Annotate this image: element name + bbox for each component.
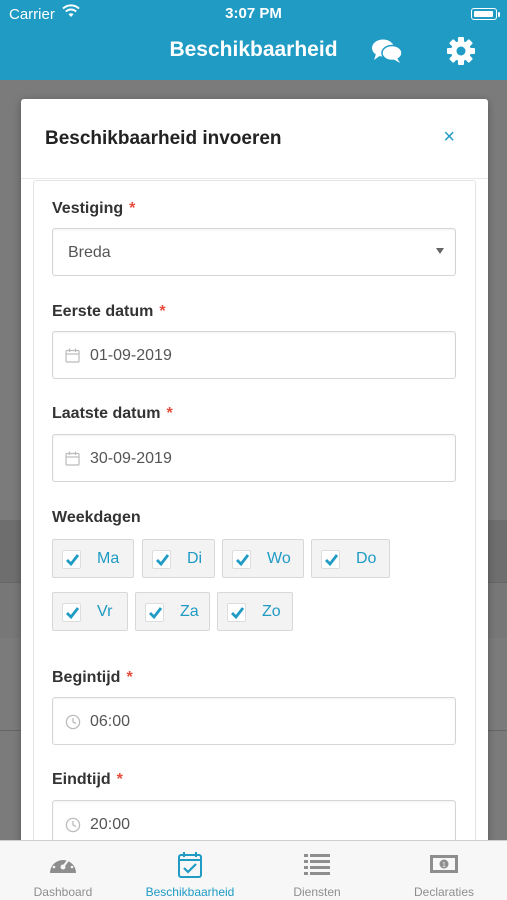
begintijd-value: 06:00	[90, 713, 131, 730]
checkbox-box	[321, 550, 340, 569]
money-icon: 1	[429, 851, 459, 879]
chat-icon[interactable]	[371, 38, 403, 69]
eerste-datum-label-text: Eerste datum	[52, 303, 154, 320]
checkbox-box	[227, 603, 246, 622]
availability-modal: Beschikbaarheid invoeren × Vestiging * Br…	[21, 99, 488, 880]
weekday-label: Za	[180, 603, 199, 620]
calendar-icon	[65, 348, 80, 368]
begintijd-label-text: Begintijd	[52, 669, 121, 686]
calendar-check-icon	[175, 851, 205, 879]
modal-header: Beschikbaarheid invoeren ×	[21, 99, 488, 179]
clock-icon	[65, 714, 81, 735]
weekday-checkbox-vr[interactable]: Vr	[52, 592, 128, 631]
required-marker: *	[159, 303, 166, 320]
weekday-checkbox-do[interactable]: Do	[311, 539, 390, 578]
status-bar: Carrier 3:07 PM	[0, 0, 507, 28]
weekday-checkbox-ma[interactable]: Ma	[52, 539, 134, 578]
eerste-datum-value: 01-09-2019	[90, 347, 172, 364]
laatste-datum-label: Laatste datum *	[52, 405, 173, 423]
eindtijd-label-text: Eindtijd	[52, 771, 111, 788]
tab-beschikbaarheid[interactable]: Beschikbaarheid	[127, 841, 253, 900]
list-icon	[302, 851, 332, 879]
required-marker: *	[116, 771, 123, 788]
tab-label: Beschikbaarheid	[145, 885, 235, 899]
begintijd-label: Begintijd *	[52, 669, 133, 687]
weekday-label: Do	[356, 550, 377, 567]
tab-diensten[interactable]: Diensten	[254, 841, 380, 900]
required-marker: *	[129, 200, 136, 217]
page-title: Beschikbaarheid	[169, 38, 338, 61]
checkbox-box	[62, 550, 81, 569]
tab-label: Diensten	[293, 885, 341, 899]
modal-title: Beschikbaarheid invoeren	[45, 128, 282, 149]
tab-dashboard[interactable]: Dashboard	[0, 841, 126, 900]
weekday-label: Ma	[97, 550, 120, 567]
eindtijd-value: 20:00	[90, 816, 131, 833]
top-bar: Carrier 3:07 PM Beschikbaarheid	[0, 0, 507, 80]
gear-icon[interactable]	[446, 36, 476, 71]
laatste-datum-field[interactable]: 30-09-2019	[52, 434, 456, 482]
vestiging-value: Breda	[68, 244, 111, 261]
checkbox-box	[62, 603, 81, 622]
calendar-icon	[65, 451, 80, 471]
tab-label: Dashboard	[33, 885, 93, 899]
required-marker: *	[126, 669, 133, 686]
checkbox-box	[145, 603, 164, 622]
eerste-datum-label: Eerste datum *	[52, 303, 166, 321]
clock-icon	[65, 817, 81, 838]
laatste-datum-label-text: Laatste datum	[52, 405, 161, 422]
weekdagen-label: Weekdagen	[52, 509, 141, 526]
weekday-label: Vr	[97, 603, 113, 620]
tab-bar: Dashboard Beschikbaarheid Diensten 1 Dec…	[0, 840, 507, 900]
laatste-datum-value: 30-09-2019	[90, 450, 172, 467]
battery-tip	[498, 12, 500, 17]
chevron-down-icon	[436, 248, 444, 254]
battery-icon	[471, 8, 497, 20]
weekday-checkbox-wo[interactable]: Wo	[222, 539, 304, 578]
vestiging-select[interactable]: Breda	[52, 228, 456, 276]
tab-declaraties[interactable]: 1 Declaraties	[381, 841, 507, 900]
required-marker: *	[166, 405, 173, 422]
weekday-label: Zo	[262, 603, 281, 620]
eerste-datum-field[interactable]: 01-09-2019	[52, 331, 456, 379]
checkbox-box	[232, 550, 251, 569]
begintijd-field[interactable]: 06:00	[52, 697, 456, 745]
eindtijd-label: Eindtijd *	[52, 771, 123, 789]
weekday-checkbox-di[interactable]: Di	[142, 539, 215, 578]
tab-label: Declaraties	[413, 885, 475, 899]
checkbox-box	[152, 550, 171, 569]
dashboard-icon	[48, 851, 78, 879]
weekday-checkbox-zo[interactable]: Zo	[217, 592, 293, 631]
status-time: 3:07 PM	[225, 5, 282, 22]
weekday-label: Wo	[267, 550, 291, 567]
weekday-checkbox-za[interactable]: Za	[135, 592, 210, 631]
vestiging-label: Vestiging *	[52, 200, 135, 218]
weekday-label: Di	[187, 550, 203, 567]
svg-text:1: 1	[442, 862, 446, 869]
vestiging-label-text: Vestiging	[52, 200, 124, 217]
close-icon[interactable]: ×	[443, 127, 455, 147]
